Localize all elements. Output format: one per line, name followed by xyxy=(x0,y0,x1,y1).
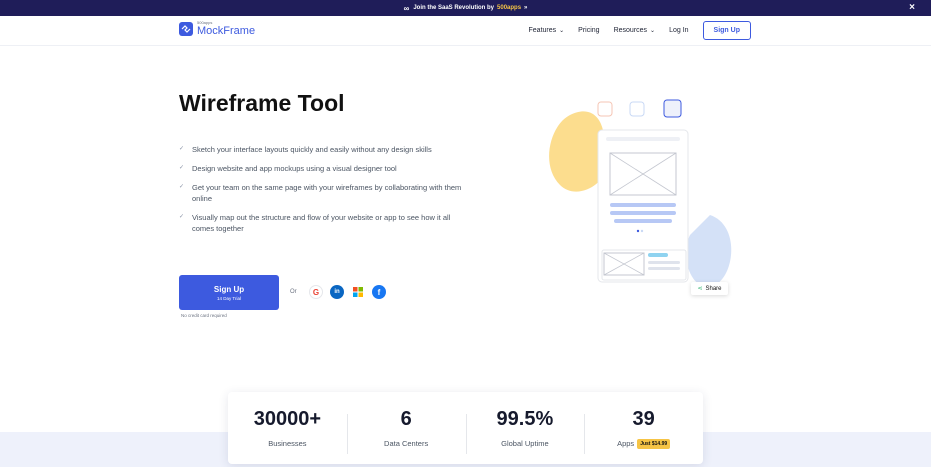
feature-text: Visually map out the structure and flow … xyxy=(192,213,451,233)
mobile-icon xyxy=(663,99,682,118)
social-login: G in f xyxy=(309,285,386,299)
check-icon: ✓ xyxy=(179,146,185,152)
stat-label: Apps xyxy=(617,439,635,448)
hero-illustration xyxy=(540,95,740,305)
chevron-down-icon: ⌄ xyxy=(650,28,656,34)
logo[interactable]: 500apps MockFrame xyxy=(179,20,255,37)
price-badge: Just $14.99 xyxy=(637,438,671,449)
list-item: ✓ Visually map out the structure and flow… xyxy=(179,212,464,234)
check-icon: ✓ xyxy=(179,165,185,171)
link-icon: ∞ xyxy=(403,3,410,13)
stat-label: Businesses xyxy=(268,439,307,448)
stat-number: 30000+ xyxy=(253,408,322,430)
stat-uptime: 99.5% Global Uptime xyxy=(465,408,585,454)
chevron-down-icon: ⌄ xyxy=(559,28,565,34)
feature-list: ✓ Sketch your interface layouts quickly a… xyxy=(179,144,464,242)
share-button[interactable]: ⋖ Share xyxy=(691,282,728,295)
stat-businesses: 30000+ Businesses xyxy=(228,408,347,448)
signup-button-sub: 14 Day Trial xyxy=(216,295,241,301)
stat-apps: 39 Apps Just $14.99 xyxy=(584,407,703,454)
stat-data-centers: 6 Data Centers xyxy=(346,408,466,454)
linkedin-icon[interactable]: in xyxy=(330,285,344,299)
nav-pricing[interactable]: Pricing xyxy=(578,27,599,34)
site-header: 500apps MockFrame Features ⌄ Pricing Res… xyxy=(0,16,931,46)
blob-shape xyxy=(686,215,732,287)
close-icon[interactable]: × xyxy=(909,2,915,13)
no-card-note: No credit card required xyxy=(181,313,227,318)
list-item: ✓ Design website and app mockups using a … xyxy=(179,163,464,174)
promo-bar[interactable]: ∞ Join the SaaS Revolution by 500apps » … xyxy=(0,0,931,16)
nav-login[interactable]: Log In xyxy=(669,27,688,34)
google-icon[interactable]: G xyxy=(309,285,323,299)
desktop-icon xyxy=(597,101,613,117)
blob-shape xyxy=(549,111,606,192)
nav-features[interactable]: Features ⌄ xyxy=(529,27,565,34)
or-label: Or xyxy=(290,289,297,295)
share-label: Share xyxy=(705,285,722,292)
list-item: ✓ Sketch your interface layouts quickly a… xyxy=(179,144,464,155)
stats-card: 30000+ Businesses 6 Data Centers 99.5% G… xyxy=(228,392,703,464)
logo-icon xyxy=(179,21,193,36)
check-icon: ✓ xyxy=(179,214,185,220)
page-title: Wireframe Tool xyxy=(179,90,345,116)
feature-text: Sketch your interface layouts quickly an… xyxy=(192,145,432,154)
stat-label: Data Centers xyxy=(384,439,429,448)
stat-number: 6 xyxy=(400,408,412,430)
header-signup-button[interactable]: Sign Up xyxy=(702,21,751,40)
nav-login-label: Log In xyxy=(669,27,689,34)
nav-features-label: Features xyxy=(528,27,557,34)
signup-button-label: Sign Up xyxy=(213,284,245,294)
promo-arrow: » xyxy=(524,5,528,11)
logo-name: MockFrame xyxy=(197,25,256,37)
feature-text: Design website and app mockups using a v… xyxy=(192,164,397,173)
main-nav: Features ⌄ Pricing Resources ⌄ Log In Si… xyxy=(529,21,751,40)
stat-label: Global Uptime xyxy=(501,439,549,448)
nav-resources-label: Resources xyxy=(613,27,648,34)
microsoft-icon[interactable] xyxy=(351,285,365,299)
nav-resources[interactable]: Resources ⌄ xyxy=(614,27,656,34)
facebook-icon[interactable]: f xyxy=(372,285,386,299)
check-icon: ✓ xyxy=(179,184,185,190)
share-icon: ⋖ xyxy=(697,286,703,292)
feature-text: Get your team on the same page with your… xyxy=(192,183,462,203)
nav-pricing-label: Pricing xyxy=(578,27,600,34)
list-item: ✓ Get your team on the same page with you… xyxy=(179,182,464,204)
promo-text: Join the SaaS Revolution by xyxy=(413,5,495,11)
signup-button[interactable]: Sign Up 14 Day Trial xyxy=(179,275,279,310)
promo-brand[interactable]: 500apps xyxy=(497,5,521,11)
tablet-icon xyxy=(629,101,645,117)
stat-number: 39 xyxy=(632,407,655,430)
stat-number: 99.5% xyxy=(496,408,554,430)
header-signup-label: Sign Up xyxy=(713,27,740,34)
